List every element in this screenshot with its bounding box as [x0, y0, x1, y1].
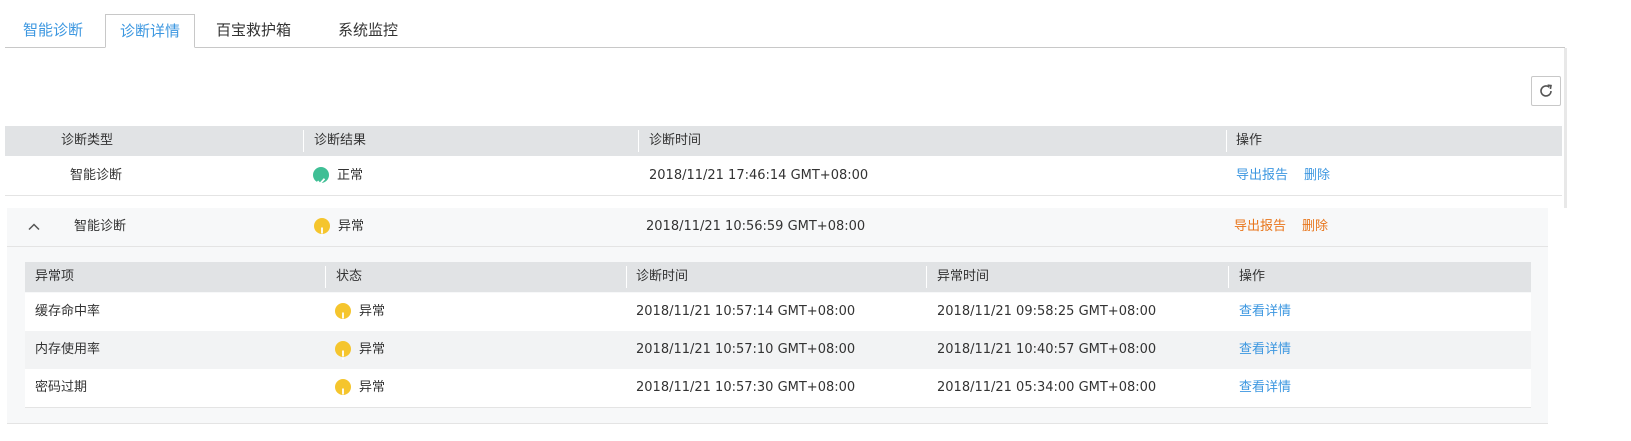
row-result: 异常 [314, 208, 364, 246]
delete-link[interactable]: 删除 [1302, 208, 1328, 246]
header-status: 状态 [336, 269, 363, 284]
refresh-icon [1540, 84, 1552, 97]
row-time: 2018/11/21 17:46:14 GMT+08:00 [649, 168, 869, 183]
column-divider [303, 130, 304, 152]
diagnosis-table-header: 诊断类型 诊断结果 诊断时间 操作 [5, 126, 1562, 156]
item-status: 异常 [335, 369, 385, 407]
export-report-link[interactable]: 导出报告 [1234, 208, 1286, 246]
diag-time: 2018/11/21 10:57:14 GMT+08:00 [636, 304, 856, 319]
refresh-button[interactable] [1531, 76, 1561, 106]
column-divider [638, 130, 639, 152]
exclamation-circle-icon [314, 218, 330, 237]
status-text: 异常 [359, 380, 386, 395]
row-result: 正常 [313, 157, 363, 195]
column-divider [1226, 130, 1227, 152]
exclamation-circle-icon [335, 303, 351, 322]
table-row: 缓存命中率 异常 2018/11/21 10:57:14 GMT+08:00 2… [25, 293, 1531, 331]
diag-time: 2018/11/21 10:57:30 GMT+08:00 [636, 380, 856, 395]
row-time: 2018/11/21 10:56:59 GMT+08:00 [646, 219, 866, 234]
header-actions: 操作 [1239, 269, 1266, 284]
abnormal-time: 2018/11/21 05:34:00 GMT+08:00 [937, 380, 1157, 395]
tab-diagnosis-details[interactable]: 诊断详情 [105, 14, 195, 48]
header-time: 诊断时间 [649, 133, 702, 148]
table-row: 智能诊断 正常 2018/11/21 17:46:14 GMT+08:00 导出… [5, 157, 1562, 196]
header-diag-time: 诊断时间 [636, 269, 689, 284]
exclamation-circle-icon [335, 379, 351, 398]
delete-link[interactable]: 删除 [1304, 157, 1330, 195]
diag-time: 2018/11/21 10:57:10 GMT+08:00 [636, 342, 856, 357]
row-type: 智能诊断 [70, 168, 123, 183]
tab-system-monitor[interactable]: 系统监控 [338, 14, 398, 47]
header-actions: 操作 [1236, 133, 1263, 148]
chevron-up-icon[interactable] [27, 220, 41, 234]
item-name: 内存使用率 [35, 342, 101, 357]
item-status: 异常 [335, 331, 385, 369]
tab-smart-diagnosis[interactable]: 智能诊断 [23, 14, 83, 47]
status-text: 异常 [359, 304, 386, 319]
column-divider [325, 266, 326, 288]
item-status: 异常 [335, 293, 385, 331]
row-type: 智能诊断 [74, 219, 127, 234]
view-details-link[interactable]: 查看详情 [1239, 293, 1291, 331]
export-report-link[interactable]: 导出报告 [1236, 157, 1288, 195]
check-circle-icon [313, 167, 329, 185]
tab-bar: 智能诊断 诊断详情 百宝救护箱 系统监控 [5, 14, 1565, 48]
item-name: 密码过期 [35, 380, 88, 395]
view-details-link[interactable]: 查看详情 [1239, 331, 1291, 369]
column-divider [626, 266, 627, 288]
header-type: 诊断类型 [61, 133, 114, 148]
tab-rescue-toolbox[interactable]: 百宝救护箱 [216, 14, 291, 47]
view-details-link[interactable]: 查看详情 [1239, 369, 1291, 407]
scrollbar[interactable] [1564, 48, 1567, 208]
item-name: 缓存命中率 [35, 304, 101, 319]
column-divider [926, 266, 927, 288]
column-divider [1228, 266, 1229, 288]
status-text: 异常 [338, 219, 365, 234]
detail-table-header: 异常项 状态 诊断时间 异常时间 操作 [25, 262, 1531, 292]
table-row: 密码过期 异常 2018/11/21 10:57:30 GMT+08:00 20… [25, 369, 1531, 408]
abnormal-time: 2018/11/21 09:58:25 GMT+08:00 [937, 304, 1157, 319]
header-item: 异常项 [35, 269, 75, 284]
status-text: 正常 [337, 168, 364, 183]
table-row-expanded[interactable]: 智能诊断 异常 2018/11/21 10:56:59 GMT+08:00 导出… [7, 208, 1548, 247]
status-text: 异常 [359, 342, 386, 357]
abnormal-time: 2018/11/21 10:40:57 GMT+08:00 [937, 342, 1157, 357]
table-row: 内存使用率 异常 2018/11/21 10:57:10 GMT+08:00 2… [25, 331, 1531, 369]
header-result: 诊断结果 [314, 133, 367, 148]
header-abnormal-time: 异常时间 [937, 269, 990, 284]
exclamation-circle-icon [335, 341, 351, 360]
